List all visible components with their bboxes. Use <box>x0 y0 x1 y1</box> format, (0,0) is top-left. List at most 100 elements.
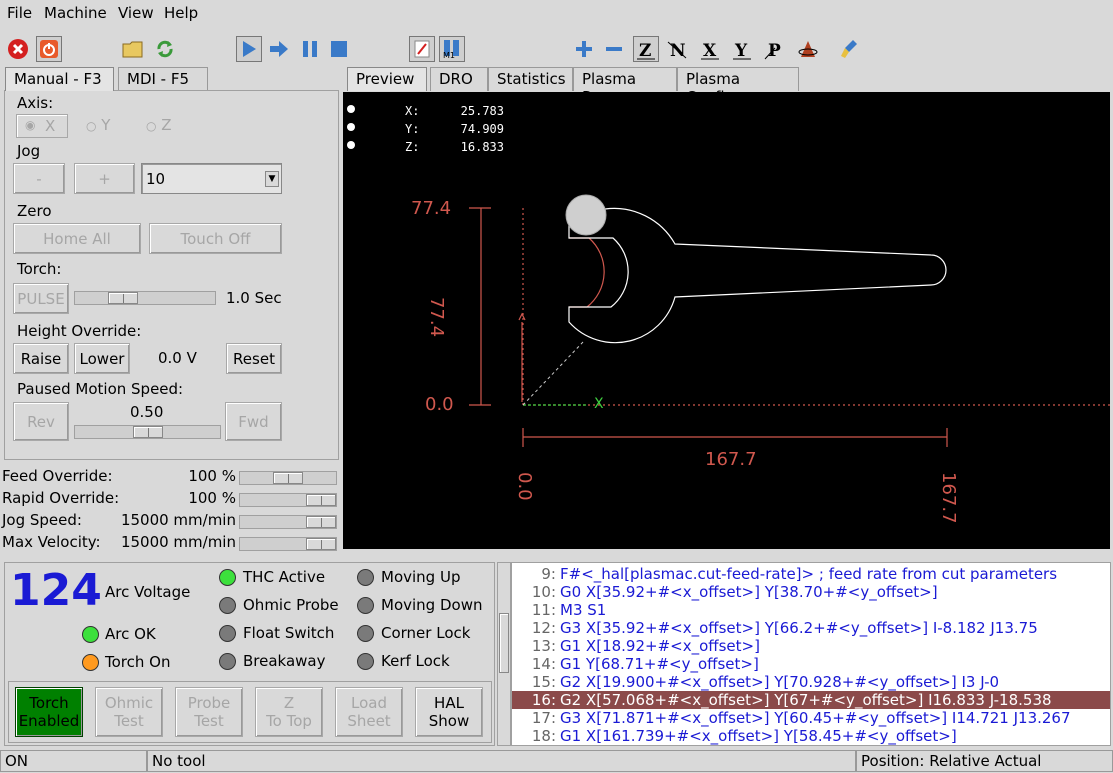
override-label: Max Velocity: <box>2 533 101 551</box>
optional-stop-icon[interactable]: M1 <box>439 36 465 62</box>
preview-canvas[interactable]: X: 25.783 Y: 74.909 Z: 16.833 77.4 77.4 … <box>343 92 1110 549</box>
gcode-line[interactable]: 14: G1 Y[68.71+#<y_offset>] <box>512 655 1110 673</box>
jog-plus-button[interactable]: + <box>74 163 135 194</box>
slider-thumb[interactable] <box>306 538 336 550</box>
slider-thumb[interactable] <box>108 292 138 304</box>
menu-view[interactable]: View <box>118 4 154 22</box>
override-slider[interactable] <box>239 471 337 485</box>
axis-y-radio[interactable]: ○ Y <box>86 116 110 134</box>
zoom-out-icon[interactable] <box>601 36 627 62</box>
lower-button[interactable]: Lower <box>74 343 130 374</box>
axis-x-marker: X <box>594 396 604 412</box>
plasma-button-label: To Top <box>266 712 312 730</box>
pulse-time-value: 1.0 Sec <box>226 289 282 307</box>
open-file-icon[interactable] <box>120 36 146 62</box>
axis-x-radio[interactable]: ◉ X <box>16 114 68 138</box>
plasma-button[interactable]: Torch Enabled <box>15 687 83 737</box>
axis-z-radio[interactable]: ○ Z <box>146 116 172 134</box>
view-z2-icon[interactable]: N <box>664 36 690 62</box>
gcode-listing[interactable]: 9: F#<_hal[plasmac.cut-feed-rate]> ; feed… <box>511 562 1111 746</box>
paused-speed-slider[interactable] <box>74 425 221 439</box>
slider-thumb[interactable] <box>306 494 336 506</box>
tab-statistics[interactable]: Statistics <box>488 67 573 91</box>
slider-thumb[interactable] <box>306 516 336 528</box>
power-icon[interactable] <box>36 36 62 62</box>
gcode-line-text: F#<_hal[plasmac.cut-feed-rate]> ; feed r… <box>560 565 1058 583</box>
gcode-line[interactable]: 17: G3 X[71.871+#<x_offset>] Y[60.45+#<y_… <box>512 709 1110 727</box>
reload-icon[interactable] <box>152 36 178 62</box>
menu-file[interactable]: File <box>7 4 32 22</box>
gcode-line[interactable]: 15: G2 X[19.900+#<x_offset>] Y[70.928+#<y… <box>512 673 1110 691</box>
home-all-button[interactable]: Home All <box>13 223 141 254</box>
reset-height-button[interactable]: Reset <box>226 343 282 374</box>
jog-increment-select[interactable]: 10 ▼ <box>141 163 282 194</box>
pulse-button[interactable]: PULSE <box>13 283 69 314</box>
axis-x-label: X <box>45 117 56 135</box>
menu-machine[interactable]: Machine <box>44 4 107 22</box>
tab-dro[interactable]: DRO <box>430 67 488 91</box>
view-p-icon[interactable]: P <box>761 36 787 62</box>
status-tool: No tool <box>147 750 856 772</box>
plasma-button[interactable]: Probe Test <box>175 687 243 737</box>
gcode-scrollbar[interactable] <box>497 562 511 746</box>
view-z-icon[interactable]: Z <box>633 36 659 62</box>
estop-icon[interactable] <box>5 36 31 62</box>
override-slider[interactable] <box>239 493 337 507</box>
torch-on-led <box>82 654 99 671</box>
torch-label: Torch: <box>17 260 62 278</box>
slider-thumb[interactable] <box>133 426 163 438</box>
gcode-line[interactable]: 18: G1 X[161.739+#<x_offset>] Y[58.45+#<y… <box>512 727 1110 745</box>
plasma-button-label: Show <box>428 712 470 730</box>
pause-icon[interactable] <box>297 36 323 62</box>
rev-button[interactable]: Rev <box>13 402 69 441</box>
slider-thumb[interactable] <box>273 472 303 484</box>
status-led <box>357 653 374 670</box>
gcode-line-number: 10: <box>531 583 556 601</box>
tab-preview[interactable]: Preview <box>347 67 427 91</box>
jog-minus-button[interactable]: - <box>13 163 65 194</box>
gcode-line-text: G3 X[35.92+#<x_offset>] Y[66.2+#<y_offse… <box>560 619 1038 637</box>
gcode-line[interactable]: 9: F#<_hal[plasmac.cut-feed-rate]> ; feed… <box>512 565 1110 583</box>
paused-speed-value: 0.50 <box>130 403 164 421</box>
jog-label: Jog <box>17 142 41 160</box>
gcode-line[interactable]: 16: G2 X[57.068+#<x_offset>] Y[67+#<y_off… <box>512 691 1110 709</box>
raise-button[interactable]: Raise <box>13 343 69 374</box>
plasma-button[interactable]: HAL Show <box>415 687 483 737</box>
touch-off-button[interactable]: Touch Off <box>149 223 282 254</box>
rotate-view-icon[interactable] <box>795 36 821 62</box>
gcode-line[interactable]: 10: G0 X[35.92+#<x_offset>] Y[38.70+#<y_o… <box>512 583 1110 601</box>
status-led-label: Float Switch <box>243 624 335 642</box>
stop-icon[interactable] <box>326 36 352 62</box>
jog-increment-value: 10 <box>146 170 166 188</box>
override-value: 100 % <box>188 467 236 485</box>
scrollbar-thumb[interactable] <box>499 613 509 673</box>
svg-text:X: X <box>703 41 717 60</box>
tab-plasma-run[interactable]: Plasma Run <box>573 67 677 106</box>
gcode-line-number: 18: <box>531 727 556 745</box>
plasma-button[interactable]: Z To Top <box>255 687 323 737</box>
step-icon[interactable] <box>266 36 292 62</box>
pulse-time-slider[interactable] <box>74 291 216 305</box>
clear-plot-icon[interactable] <box>837 36 863 62</box>
tab-manual[interactable]: Manual - F3 <box>5 67 114 91</box>
plasma-button[interactable]: Ohmic Test <box>95 687 163 737</box>
view-x-icon[interactable]: X <box>697 36 723 62</box>
override-slider[interactable] <box>239 515 337 529</box>
fwd-button[interactable]: Fwd <box>225 402 282 441</box>
tab-mdi[interactable]: MDI - F5 <box>118 67 208 91</box>
axis-z-label: Z <box>161 116 172 134</box>
tab-plasma-config[interactable]: Plasma Config <box>677 67 799 106</box>
gcode-line[interactable]: 11: M3 S1 <box>512 601 1110 619</box>
gcode-line-number: 16: <box>531 691 556 709</box>
gcode-line[interactable]: 13: G1 X[18.92+#<x_offset>] <box>512 637 1110 655</box>
optional-skip-icon[interactable] <box>409 36 435 62</box>
plasma-button-label: Probe <box>187 694 231 712</box>
run-icon[interactable] <box>236 36 262 62</box>
zoom-in-icon[interactable] <box>571 36 597 62</box>
plasma-button[interactable]: Load Sheet <box>335 687 403 737</box>
gcode-line[interactable]: 12: G3 X[35.92+#<x_offset>] Y[66.2+#<y_of… <box>512 619 1110 637</box>
menu-help[interactable]: Help <box>164 4 198 22</box>
gcode-line-text: G1 Y[68.71+#<y_offset>] <box>560 655 759 673</box>
view-y-icon[interactable]: Y <box>729 36 755 62</box>
override-slider[interactable] <box>239 537 337 551</box>
